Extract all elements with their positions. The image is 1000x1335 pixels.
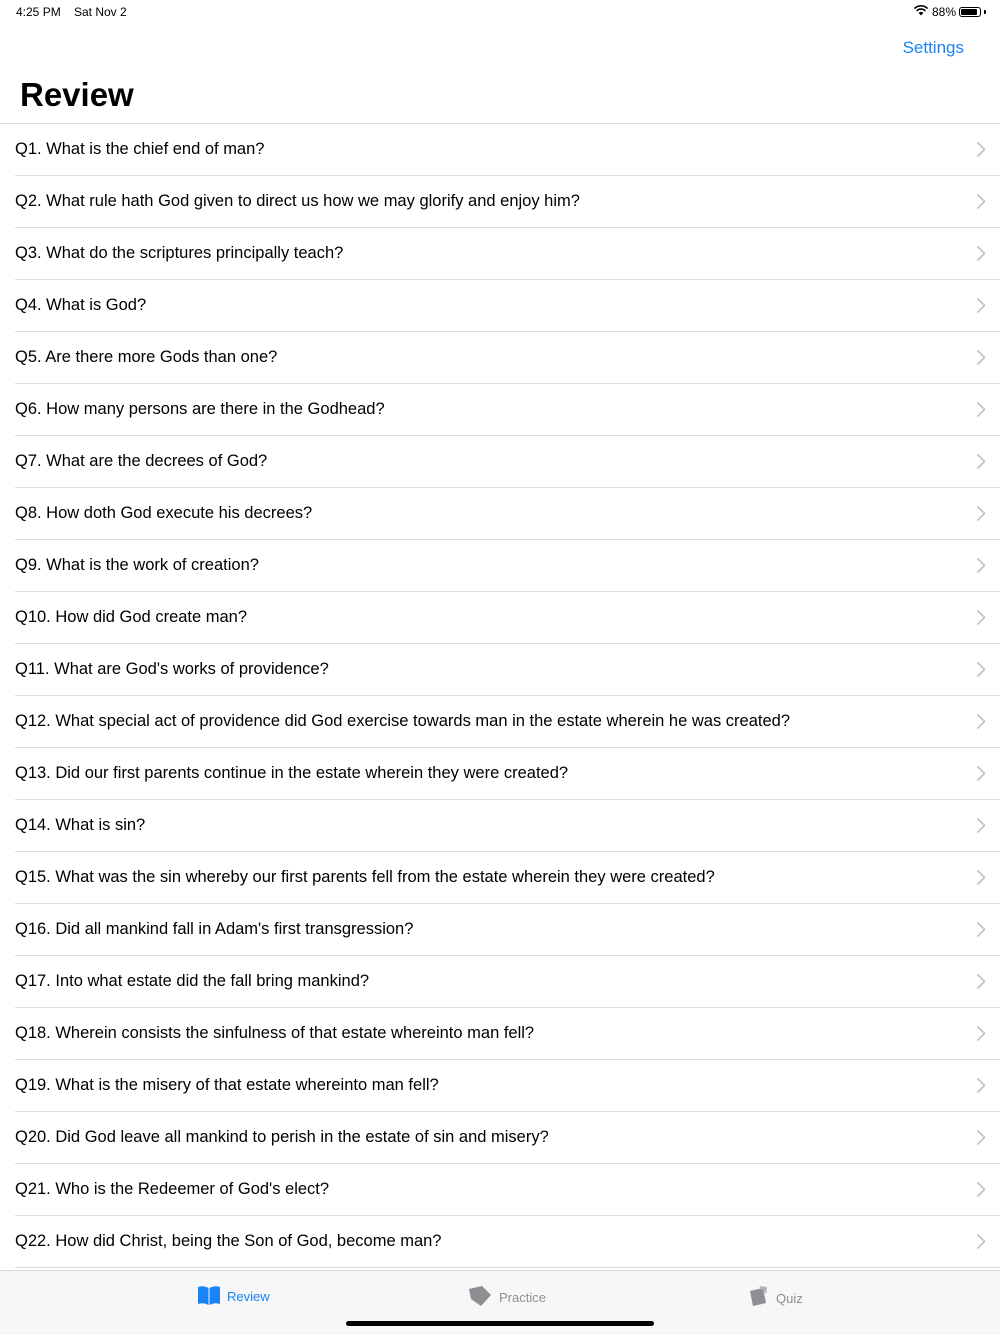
chevron-right-icon: [977, 142, 986, 157]
tab-practice[interactable]: Practice: [467, 1285, 546, 1310]
question-label: Q22. How did Christ, being the Son of Go…: [15, 1232, 442, 1250]
cards-icon: [746, 1285, 770, 1312]
battery-tip: [984, 9, 986, 14]
chevron-right-icon: [977, 974, 986, 989]
question-row[interactable]: Q22. How did Christ, being the Son of Go…: [15, 1216, 1000, 1268]
chevron-right-icon: [977, 922, 986, 937]
chevron-right-icon: [977, 1182, 986, 1197]
chevron-right-icon: [977, 610, 986, 625]
question-label: Q9. What is the work of creation?: [15, 556, 259, 574]
question-label: Q8. How doth God execute his decrees?: [15, 504, 313, 522]
question-label: Q10. How did God create man?: [15, 608, 248, 626]
chevron-right-icon: [977, 246, 986, 261]
chevron-right-icon: [977, 1026, 986, 1041]
tab-review-label: Review: [227, 1289, 270, 1304]
question-label: Q7. What are the decrees of God?: [15, 452, 268, 470]
chevron-right-icon: [977, 662, 986, 677]
battery-percent: 88%: [931, 4, 956, 19]
question-row[interactable]: Q17. Into what estate did the fall bring…: [15, 956, 1000, 1008]
question-label: Q12. What special act of providence did …: [15, 712, 791, 730]
chevron-right-icon: [977, 194, 986, 209]
chevron-right-icon: [977, 1078, 986, 1093]
chevron-right-icon: [977, 298, 986, 313]
chevron-right-icon: [977, 454, 986, 469]
chevron-right-icon: [977, 506, 986, 521]
question-row[interactable]: Q1. What is the chief end of man?: [15, 124, 1000, 176]
chevron-right-icon: [977, 766, 986, 781]
question-row[interactable]: Q12. What special act of providence did …: [15, 696, 1000, 748]
question-label: Q16. Did all mankind fall in Adam's firs…: [15, 920, 414, 938]
question-row[interactable]: Q15. What was the sin whereby our first …: [15, 852, 1000, 904]
chevron-right-icon: [977, 1130, 986, 1145]
tab-review[interactable]: Review: [197, 1285, 270, 1308]
question-row[interactable]: Q2. What rule hath God given to direct u…: [15, 176, 1000, 228]
question-label: Q1. What is the chief end of man?: [15, 140, 265, 158]
chevron-right-icon: [977, 350, 986, 365]
status-date: Sat Nov 2: [74, 5, 127, 19]
chevron-right-icon: [977, 870, 986, 885]
question-row[interactable]: Q4. What is God?: [15, 280, 1000, 332]
question-label: Q15. What was the sin whereby our first …: [15, 868, 715, 886]
chevron-right-icon: [977, 818, 986, 833]
question-row[interactable]: Q16. Did all mankind fall in Adam's firs…: [15, 904, 1000, 956]
question-row[interactable]: Q14. What is sin?: [15, 800, 1000, 852]
question-label: Q2. What rule hath God given to direct u…: [15, 192, 580, 210]
status-bar: 4:25 PM Sat Nov 2 88%: [0, 0, 1000, 24]
question-row[interactable]: Q21. Who is the Redeemer of God's elect?: [15, 1164, 1000, 1216]
question-row[interactable]: Q20. Did God leave all mankind to perish…: [15, 1112, 1000, 1164]
chevron-right-icon: [977, 558, 986, 573]
tag-icon: [467, 1285, 493, 1310]
question-label: Q21. Who is the Redeemer of God's elect?: [15, 1180, 330, 1198]
question-row[interactable]: Q18. Wherein consists the sinfulness of …: [15, 1008, 1000, 1060]
question-row[interactable]: Q8. How doth God execute his decrees?: [15, 488, 1000, 540]
question-row[interactable]: Q13. Did our first parents continue in t…: [15, 748, 1000, 800]
question-row[interactable]: Q7. What are the decrees of God?: [15, 436, 1000, 488]
question-label: Q20. Did God leave all mankind to perish…: [15, 1128, 549, 1146]
status-indicators: 88%: [913, 4, 986, 19]
tab-practice-label: Practice: [499, 1290, 546, 1305]
question-row[interactable]: Q5. Are there more Gods than one?: [15, 332, 1000, 384]
settings-button[interactable]: Settings: [903, 38, 964, 58]
page-title: Review: [20, 76, 134, 113]
battery-icon: [959, 6, 981, 17]
question-label: Q4. What is God?: [15, 296, 147, 314]
status-time: 4:25 PM: [16, 5, 61, 19]
question-label: Q13. Did our first parents continue in t…: [15, 764, 569, 782]
question-label: Q17. Into what estate did the fall bring…: [15, 972, 370, 990]
wifi-icon: [913, 4, 929, 19]
question-row[interactable]: Q9. What is the work of creation?: [15, 540, 1000, 592]
home-indicator: [346, 1321, 654, 1326]
question-label: Q11. What are God's works of providence?: [15, 660, 329, 678]
chevron-right-icon: [977, 714, 986, 729]
question-row[interactable]: Q10. How did God create man?: [15, 592, 1000, 644]
question-row[interactable]: Q11. What are God's works of providence?: [15, 644, 1000, 696]
question-label: Q5. Are there more Gods than one?: [15, 348, 278, 366]
chevron-right-icon: [977, 1234, 986, 1249]
tab-quiz[interactable]: Quiz: [746, 1285, 803, 1312]
chevron-right-icon: [977, 402, 986, 417]
battery-level: [961, 8, 977, 15]
question-row[interactable]: Q3. What do the scriptures principally t…: [15, 228, 1000, 280]
question-list: Q1. What is the chief end of man? Q2. Wha…: [0, 123, 1000, 1268]
question-row[interactable]: Q19. What is the misery of that estate w…: [15, 1060, 1000, 1112]
book-icon: [197, 1285, 221, 1308]
question-label: Q3. What do the scriptures principally t…: [15, 244, 344, 262]
question-label: Q6. How many persons are there in the Go…: [15, 400, 385, 418]
question-label: Q14. What is sin?: [15, 816, 146, 834]
tab-quiz-label: Quiz: [776, 1291, 803, 1306]
question-row[interactable]: Q6. How many persons are there in the Go…: [15, 384, 1000, 436]
question-label: Q18. Wherein consists the sinfulness of …: [15, 1024, 535, 1042]
question-label: Q19. What is the misery of that estate w…: [15, 1076, 439, 1094]
